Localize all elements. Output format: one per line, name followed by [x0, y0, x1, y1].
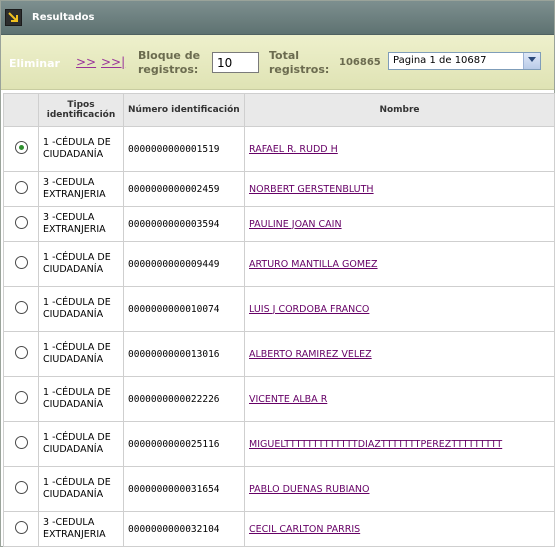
tipo-cell: 1 -CÉDULA DE CIUDADANÍA	[38, 286, 124, 332]
row-select-cell[interactable]	[3, 241, 39, 287]
table-header-row: Tipos identificación Número identificaci…	[3, 93, 555, 127]
tipo-cell: 1 -CÉDULA DE CIUDADANÍA	[38, 466, 124, 512]
tipo-cell: 1 -CÉDULA DE CIUDADANÍA	[38, 331, 124, 377]
row-radio[interactable]	[14, 216, 28, 229]
next-page-link[interactable]: >>	[76, 55, 96, 69]
row-select-cell[interactable]	[3, 376, 39, 422]
row-select-cell[interactable]	[3, 286, 39, 332]
tipo-cell: 3 -CEDULA EXTRANJERIA	[38, 206, 124, 242]
nombre-cell: RAFAEL R. RUDD H	[244, 126, 555, 172]
nombre-link[interactable]: PABLO DUENAS RUBIANO	[249, 484, 550, 495]
tipo-cell: 1 -CÉDULA DE CIUDADANÍA	[38, 421, 124, 467]
row-radio[interactable]	[14, 301, 28, 314]
col-nombre: Nombre	[244, 93, 555, 127]
row-radio[interactable]	[14, 521, 28, 534]
row-select-cell[interactable]	[3, 331, 39, 377]
nombre-link[interactable]: PAULINE JOAN CAIN	[249, 219, 550, 230]
nombre-cell: MIGUELTTTTTTTTTTTTTDIAZTTTTTTTPEREZTTTTT…	[244, 421, 555, 467]
page-select[interactable]: Pagina 1 de 10687	[388, 52, 541, 70]
row-radio[interactable]	[14, 181, 28, 194]
table-row[interactable]: 1 -CÉDULA DE CIUDADANÍA 0000000000031654 P…	[3, 466, 555, 512]
row-select-cell[interactable]	[3, 126, 39, 172]
row-select-cell[interactable]	[3, 466, 39, 512]
nombre-link[interactable]: NORBERT GERSTENBLUTH	[249, 184, 550, 195]
nombre-link[interactable]: ALBERTO RAMIREZ VELEZ	[249, 349, 550, 360]
total-label: Total registros:	[269, 49, 330, 76]
numero-cell: 0000000000009449	[123, 241, 245, 287]
nombre-link[interactable]: ARTURO MANTILLA GOMEZ	[249, 259, 550, 270]
row-radio[interactable]	[14, 346, 28, 359]
results-panel: Resultados Eliminar >> >>| Bloque de reg…	[0, 0, 555, 547]
numero-cell: 0000000000010074	[123, 286, 245, 332]
nombre-cell: ALBERTO RAMIREZ VELEZ	[244, 331, 555, 377]
total-records-value: 106865	[339, 57, 381, 68]
row-radio[interactable]	[14, 481, 28, 494]
results-header: Resultados	[1, 1, 554, 35]
numero-cell: 0000000000032104	[123, 511, 245, 547]
table-row[interactable]: 1 -CÉDULA DE CIUDADANÍA 0000000000010074 L…	[3, 286, 555, 332]
row-radio[interactable]	[14, 256, 28, 269]
nombre-cell: NORBERT GERSTENBLUTH	[244, 171, 555, 207]
nombre-link[interactable]: MIGUELTTTTTTTTTTTTTDIAZTTTTTTTPEREZTTTTT…	[249, 439, 550, 450]
table-row[interactable]: 1 -CÉDULA DE CIUDADANÍA 0000000000001519 R…	[3, 126, 555, 172]
nombre-cell: CECIL CARLTON PARRIS	[244, 511, 555, 547]
col-tipo: Tipos identificación	[38, 93, 124, 127]
block-label: Bloque de registros:	[138, 49, 201, 76]
row-radio[interactable]	[14, 391, 28, 404]
page-select-value: Pagina 1 de 10687	[393, 55, 487, 66]
results-table: Tipos identificación Número identificaci…	[3, 93, 555, 547]
row-radio[interactable]	[14, 436, 28, 449]
row-select-cell[interactable]	[3, 206, 39, 242]
tipo-cell: 3 -CEDULA EXTRANJERIA	[38, 511, 124, 547]
table-row[interactable]: 1 -CÉDULA DE CIUDADANÍA 0000000000022226 V…	[3, 376, 555, 422]
col-select	[3, 93, 39, 127]
numero-cell: 0000000000002459	[123, 171, 245, 207]
numero-cell: 0000000000001519	[123, 126, 245, 172]
table-row[interactable]: 1 -CÉDULA DE CIUDADANÍA 0000000000025116 M…	[3, 421, 555, 467]
tipo-cell: 3 -CEDULA EXTRANJERIA	[38, 171, 124, 207]
numero-cell: 0000000000013016	[123, 331, 245, 377]
row-select-cell[interactable]	[3, 421, 39, 467]
chevron-down-icon[interactable]	[523, 53, 540, 69]
results-toolbar: Eliminar >> >>| Bloque de registros: Tot…	[1, 35, 554, 90]
tipo-cell: 1 -CÉDULA DE CIUDADANÍA	[38, 241, 124, 287]
table-row[interactable]: 1 -CÉDULA DE CIUDADANÍA 0000000000009449 A…	[3, 241, 555, 287]
row-select-cell[interactable]	[3, 171, 39, 207]
numero-cell: 0000000000031654	[123, 466, 245, 512]
table-row[interactable]: 3 -CEDULA EXTRANJERIA 0000000000002459 NOR…	[3, 171, 555, 207]
block-size-input[interactable]	[212, 52, 259, 73]
eliminar-button[interactable]: Eliminar	[9, 57, 60, 70]
table-row[interactable]: 3 -CEDULA EXTRANJERIA 0000000000032104 CEC…	[3, 511, 555, 547]
table-row[interactable]: 1 -CÉDULA DE CIUDADANÍA 0000000000013016 A…	[3, 331, 555, 377]
nombre-cell: LUIS J CORDOBA FRANCO	[244, 286, 555, 332]
nombre-cell: PABLO DUENAS RUBIANO	[244, 466, 555, 512]
col-numero: Número identificación	[123, 93, 245, 127]
arrow-down-right-icon	[5, 9, 22, 26]
numero-cell: 0000000000003594	[123, 206, 245, 242]
numero-cell: 0000000000025116	[123, 421, 245, 467]
table-row[interactable]: 3 -CEDULA EXTRANJERIA 0000000000003594 PAU…	[3, 206, 555, 242]
nombre-link[interactable]: LUIS J CORDOBA FRANCO	[249, 304, 550, 315]
row-radio[interactable]	[14, 141, 28, 154]
tipo-cell: 1 -CÉDULA DE CIUDADANÍA	[38, 376, 124, 422]
nombre-cell: VICENTE ALBA R	[244, 376, 555, 422]
results-title: Resultados	[32, 12, 95, 23]
tipo-cell: 1 -CÉDULA DE CIUDADANÍA	[38, 126, 124, 172]
nombre-link[interactable]: CECIL CARLTON PARRIS	[249, 524, 550, 535]
nombre-link[interactable]: VICENTE ALBA R	[249, 394, 550, 405]
nombre-link[interactable]: RAFAEL R. RUDD H	[249, 144, 550, 155]
last-page-link[interactable]: >>|	[101, 55, 125, 69]
nombre-cell: PAULINE JOAN CAIN	[244, 206, 555, 242]
nombre-cell: ARTURO MANTILLA GOMEZ	[244, 241, 555, 287]
numero-cell: 0000000000022226	[123, 376, 245, 422]
row-select-cell[interactable]	[3, 511, 39, 547]
